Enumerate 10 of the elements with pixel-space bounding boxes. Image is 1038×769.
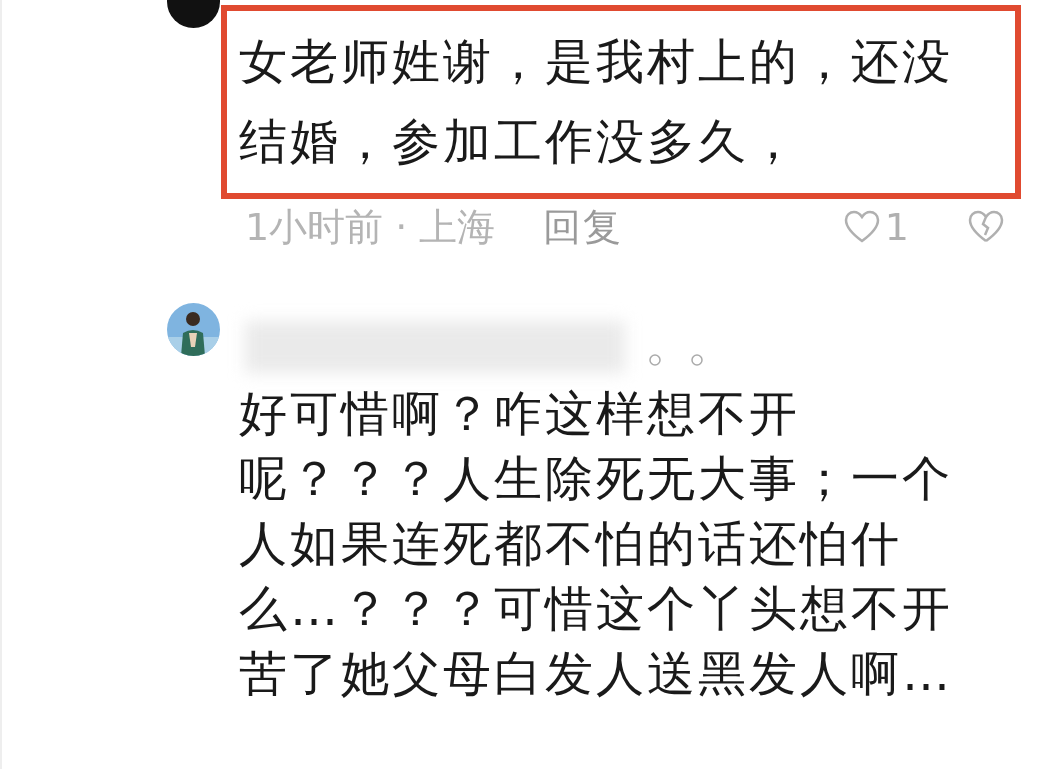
comment-line: 么…？？？可惜这个丫头想不开 <box>239 579 953 638</box>
comment-line: 苦了她父母白发人送黑发人啊… <box>239 644 953 703</box>
comment-line: 呢？？？人生除死无大事；一个 <box>239 449 953 508</box>
comment-line: 好可惜啊？咋这样想不开 <box>239 384 800 443</box>
time-location: 1小时前 · 上海 <box>245 203 496 251</box>
comment-line: 人如果连死都不怕的话还怕什 <box>239 514 902 573</box>
reply-link[interactable]: 回复 <box>543 201 624 253</box>
like-count: 1 <box>884 205 909 249</box>
comment-line: 女老师姓谢，是我村上的，还没 <box>239 32 953 91</box>
comment-line: 结婚，参加工作没多久， <box>239 112 800 171</box>
